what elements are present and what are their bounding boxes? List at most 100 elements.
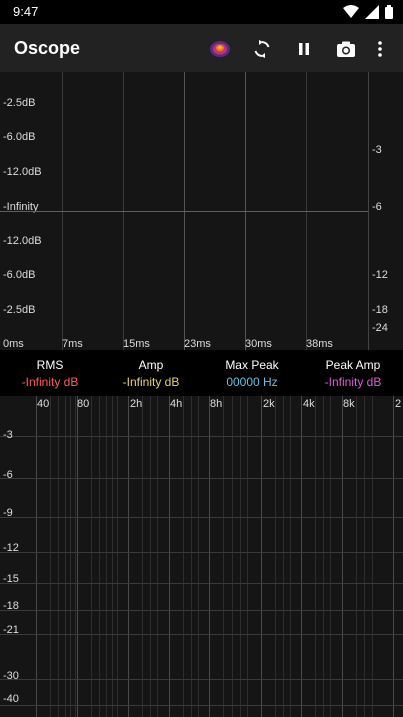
freq-grid-line [372, 396, 373, 717]
freq-label: 8h [210, 398, 223, 410]
max-peak-value: 00000 Hz [226, 375, 278, 389]
peak-amp-label: Peak Amp [325, 358, 381, 372]
freq-grid-line [106, 396, 107, 717]
amp-value: -Infinity dB [122, 375, 180, 389]
level-label: -12 [372, 269, 388, 281]
waveform-view[interactable]: -2.5dB -6.0dB -12.0dB -Infinity -12.0dB … [0, 72, 403, 350]
battery-icon [385, 5, 393, 19]
time-label: 23ms [184, 338, 211, 350]
freq-label: 8k [343, 398, 355, 410]
freq-label: 2 [395, 398, 402, 410]
freq-grid-line [198, 396, 199, 717]
waveform-plot: -2.5dB -6.0dB -12.0dB -Infinity -12.0dB … [0, 72, 368, 350]
freq-grid-line [232, 396, 233, 717]
freq-grid-line [99, 396, 100, 717]
status-bar: 9:47 [0, 0, 403, 24]
freq-label: 4k [303, 398, 315, 410]
peak-amp-value: -Infinity dB [324, 375, 382, 389]
level-label: -18 [372, 304, 388, 316]
spectrum-db-label: -15 [3, 573, 19, 585]
freq-grid-line [275, 396, 276, 717]
freq-grid-line [301, 396, 302, 717]
db-grid-line [0, 679, 403, 680]
freq-grid-line [58, 396, 59, 717]
freq-grid-line [342, 396, 343, 717]
pause-icon [299, 43, 309, 55]
spectrogram-button[interactable] [199, 36, 241, 62]
status-icons [343, 5, 393, 19]
spectrum-db-label: -9 [3, 507, 13, 519]
db-grid-line [0, 436, 403, 437]
heatmap-icon [210, 41, 230, 57]
amp-meter: Amp -Infinity dB [101, 358, 201, 389]
db-grid-line [0, 583, 403, 584]
freq-grid-line [112, 396, 113, 717]
freq-grid-line [77, 396, 78, 717]
level-label: -24 [372, 322, 388, 334]
freq-label: 2h [130, 398, 143, 410]
max-peak-meter: Max Peak 00000 Hz [202, 358, 302, 389]
time-label: 7ms [62, 338, 83, 350]
db-grid-line [0, 517, 403, 518]
db-label: -6.0dB [3, 131, 36, 143]
freq-grid-line [315, 396, 316, 717]
db-grid-line [0, 634, 403, 635]
freq-grid-line [356, 396, 357, 717]
peak-amp-meter: Peak Amp -Infinity dB [303, 358, 403, 389]
freq-grid-line [240, 396, 241, 717]
signal-icon [365, 5, 379, 19]
spectrum-db-label: -3 [3, 429, 13, 441]
freq-label: 80 [77, 398, 90, 410]
freq-grid-line [128, 396, 129, 717]
db-label: -2.5dB [3, 97, 36, 109]
refresh-button[interactable] [241, 36, 283, 62]
pause-button[interactable] [283, 36, 325, 62]
freq-grid-line [50, 396, 51, 717]
freq-label: 2k [263, 398, 275, 410]
freq-grid-line [191, 396, 192, 717]
db-label: -6.0dB [3, 269, 36, 281]
freq-grid-line [261, 396, 262, 717]
spectrum-db-label: -40 [3, 693, 19, 705]
level-label: -6 [372, 201, 382, 213]
freq-grid-line [150, 396, 151, 717]
amp-label: Amp [138, 358, 164, 372]
screenshot-button[interactable] [325, 36, 367, 62]
db-grid-line [0, 705, 403, 706]
freq-grid-line [169, 396, 170, 717]
freq-grid-line [223, 396, 224, 717]
time-label: 0ms [3, 338, 24, 350]
time-label: 15ms [123, 338, 150, 350]
spectrum-view[interactable]: 40 80 2h 4h 8h 2k 4k 8k 2 -3 -6 -9 -12 -… [0, 396, 403, 717]
freq-grid-line [364, 396, 365, 717]
app-actions [199, 36, 393, 62]
freq-grid-line [323, 396, 324, 717]
freq-grid-line [91, 396, 92, 717]
level-label: -3 [372, 144, 382, 156]
spectrum-db-label: -6 [3, 469, 13, 481]
db-label: -2.5dB [3, 304, 36, 316]
rms-meter: RMS -Infinity dB [0, 358, 100, 389]
freq-label: 40 [37, 398, 50, 410]
waveform-trace [0, 211, 368, 212]
app-bar: Oscope [0, 24, 403, 72]
freq-grid-line [183, 396, 184, 717]
time-label: 30ms [245, 338, 272, 350]
freq-grid-line [117, 396, 118, 717]
db-label: -12.0dB [3, 235, 42, 247]
rms-value: -Infinity dB [21, 375, 79, 389]
freq-grid-line [65, 396, 66, 717]
freq-grid-line [393, 396, 394, 717]
app-title: Oscope [14, 38, 81, 58]
db-grid-line [0, 478, 403, 479]
freq-grid-line [283, 396, 284, 717]
rms-label: RMS [36, 358, 64, 372]
db-grid-line [0, 610, 403, 611]
overflow-menu-button[interactable] [367, 36, 393, 62]
spectrum-db-label: -12 [3, 542, 19, 554]
freq-grid-line [36, 396, 37, 717]
camera-icon [337, 41, 355, 57]
freq-label: 4h [170, 398, 183, 410]
db-label: -12.0dB [3, 166, 42, 178]
freq-grid-line [70, 396, 71, 717]
